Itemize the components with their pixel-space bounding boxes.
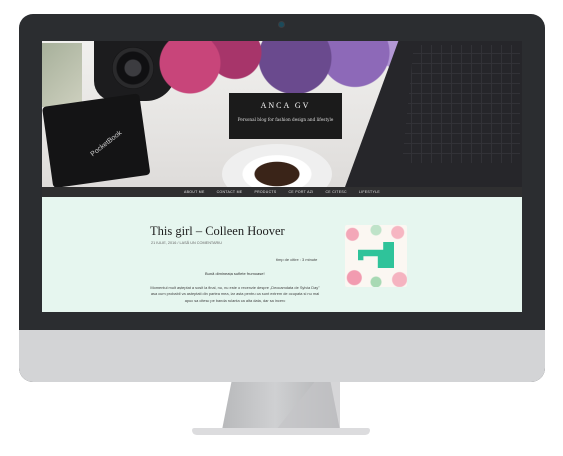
nav-item-lifestyle[interactable]: LIFESTYLE (353, 190, 386, 194)
keyboard-decor (402, 45, 520, 163)
site-description: Personal blog for fashion design and lif… (237, 117, 334, 122)
ereader-decor: PocketBook (42, 93, 151, 187)
post-meta[interactable]: 21 IULIE, 2016 / LASĂ UN COMENTARIU (151, 241, 222, 245)
nav-item-products[interactable]: PRODUCTS (248, 190, 282, 194)
screen: PocketBook ANCA GV Personal blog for fas… (42, 41, 522, 312)
sidebar-image[interactable] (345, 225, 407, 287)
reading-time: timp de citire : 3 minute (276, 257, 318, 262)
nav-item-contact-me[interactable]: CONTACT ME (211, 190, 249, 194)
monitor-chin (19, 330, 545, 382)
ereader-label: PocketBook (89, 129, 124, 159)
main-content: This girl – Colleen Hoover 21 IULIE, 201… (42, 197, 522, 312)
nav-item-ce-citesc[interactable]: CE CITESC (319, 190, 352, 194)
nav-item-about-me[interactable]: ABOUT ME (178, 190, 211, 194)
webcam-icon (279, 22, 284, 27)
post-title[interactable]: This girl – Colleen Hoover (150, 224, 285, 239)
nav-item-ce-port-azi[interactable]: CE PORT AZI (282, 190, 319, 194)
post-paragraph: Momentul mult așteptat a sosit la final,… (150, 285, 320, 303)
post-greeting: Bună dimineața suflete frumoase! (205, 271, 265, 276)
site-title[interactable]: ANCA GV (229, 101, 342, 110)
header-hero-image: PocketBook ANCA GV Personal blog for fas… (42, 41, 522, 187)
site-title-box[interactable]: ANCA GV Personal blog for fashion design… (229, 93, 342, 139)
main-nav: ABOUT ME CONTACT ME PRODUCTS CE PORT AZI… (42, 187, 522, 197)
sewing-machine-icon (358, 242, 394, 268)
notebook-decor (42, 43, 82, 107)
monitor-base (192, 428, 370, 435)
